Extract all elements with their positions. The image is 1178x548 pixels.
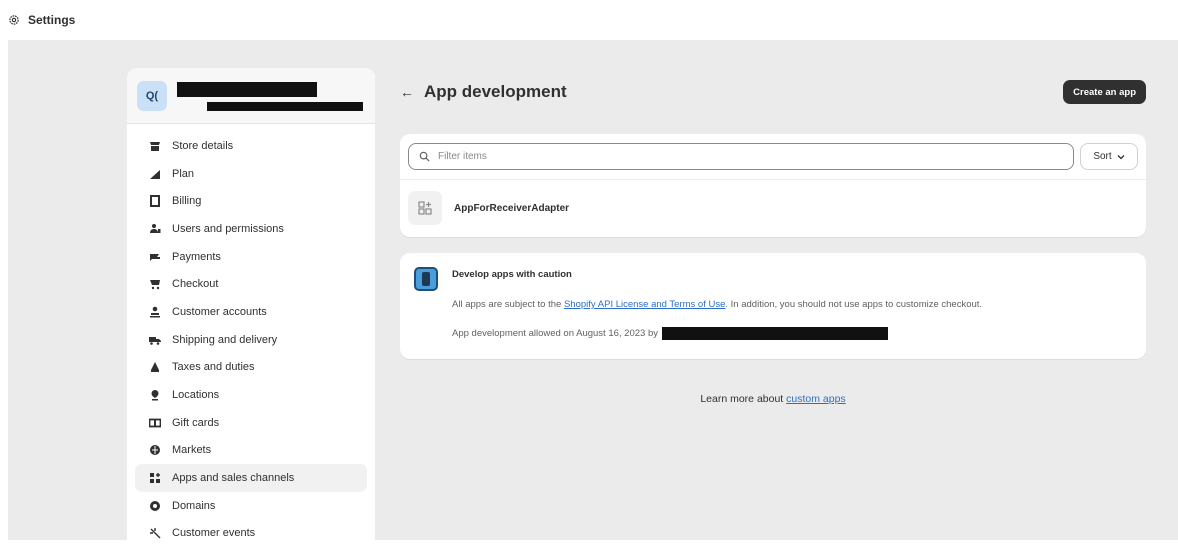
sort-button[interactable]: Sort	[1080, 143, 1138, 170]
app-list-item[interactable]: AppForReceiverAdapter	[400, 180, 1146, 236]
redacted-user	[662, 327, 888, 340]
sidebar-item-checkout[interactable]: Checkout	[135, 270, 367, 298]
filter-search-box[interactable]	[408, 143, 1074, 170]
sidebar-item-locations[interactable]: Locations	[135, 381, 367, 409]
sidebar-item-label: Domains	[172, 499, 216, 512]
store-icon	[149, 140, 161, 152]
sidebar-item-label: Payments	[172, 250, 221, 263]
store-avatar: Q(	[137, 80, 167, 111]
sidebar-item-payments[interactable]: Payments	[135, 243, 367, 271]
app-name: AppForReceiverAdapter	[454, 202, 570, 214]
location-pin-icon	[149, 389, 161, 401]
gift-card-icon	[149, 417, 161, 429]
chevron-down-icon	[1117, 154, 1125, 159]
sidebar-item-shipping[interactable]: Shipping and delivery	[135, 326, 367, 354]
sidebar-item-customer-events[interactable]: Customer events	[135, 520, 367, 548]
sidebar-item-label: Plan	[172, 167, 195, 180]
sidebar-item-label: Customer accounts	[172, 305, 267, 318]
sidebar-item-label: Apps and sales channels	[172, 472, 295, 485]
store-header[interactable]: Q(	[127, 68, 375, 124]
caution-banner: Develop apps with caution All apps are s…	[400, 253, 1146, 359]
sidebar-item-domains[interactable]: Domains	[135, 492, 367, 520]
info-icon	[414, 267, 438, 291]
sidebar-item-label: Billing	[172, 195, 202, 208]
sort-label: Sort	[1093, 151, 1112, 162]
apps-list-card: Sort AppForReceiverAdapter	[400, 134, 1146, 237]
apps-icon	[149, 472, 161, 484]
back-arrow-icon[interactable]: ←	[400, 84, 414, 100]
users-icon	[149, 223, 161, 235]
sidebar-item-label: Shipping and delivery	[172, 333, 278, 346]
sidebar-item-label: Taxes and duties	[172, 361, 255, 374]
api-license-link[interactable]: Shopify API License and Terms of Use	[564, 299, 725, 310]
sidebar-item-label: Locations	[172, 389, 220, 402]
learn-more-text: Learn more about	[700, 393, 787, 405]
sidebar-item-plan[interactable]: Plan	[135, 160, 367, 188]
sidebar-item-apps-and-sales-channels[interactable]: Apps and sales channels	[135, 464, 367, 492]
gear-icon	[9, 15, 19, 25]
learn-more-footer: Learn more about custom apps	[400, 393, 1146, 405]
filter-input[interactable]	[438, 151, 1073, 162]
allowed-text: App development allowed on August 16, 20…	[452, 328, 658, 339]
app-thumbnail	[408, 191, 442, 225]
cart-icon	[149, 278, 161, 290]
banner-body: Develop apps with caution All apps are s…	[452, 265, 982, 347]
sidebar-item-label: Customer events	[172, 527, 256, 540]
title-wrap: ← App development	[400, 82, 567, 102]
domain-globe-icon	[149, 500, 161, 512]
person-icon	[149, 306, 161, 318]
sidebar-item-markets[interactable]: Markets	[135, 437, 367, 465]
sidebar-item-label: Gift cards	[172, 416, 220, 429]
search-icon	[419, 151, 430, 162]
sidebar-item-users[interactable]: Users and permissions	[135, 215, 367, 243]
tax-icon	[149, 361, 161, 373]
truck-icon	[149, 334, 161, 346]
redacted-store-url	[207, 102, 363, 111]
banner-title: Develop apps with caution	[452, 269, 572, 280]
sidebar-item-label: Users and permissions	[172, 222, 284, 235]
globe-icon	[149, 444, 161, 456]
page-title: App development	[424, 82, 567, 101]
banner-text-after: . In addition, you should not use apps t…	[725, 299, 983, 310]
custom-apps-link[interactable]: custom apps	[786, 393, 846, 405]
main-content: ← App development Create an app Sort	[400, 78, 1146, 405]
settings-sidebar: Q( Store details Plan Billing Users and …	[127, 68, 375, 548]
sidebar-item-store-details[interactable]: Store details	[135, 132, 367, 160]
filter-row: Sort	[400, 134, 1146, 180]
sidebar-item-gift-cards[interactable]: Gift cards	[135, 409, 367, 437]
settings-title: Settings	[28, 13, 76, 27]
banner-text: All apps are subject to the Shopify API …	[452, 299, 982, 310]
page-header: ← App development Create an app	[400, 78, 1146, 106]
sidebar-item-label: Store details	[172, 139, 234, 152]
redacted-store-name	[177, 82, 317, 97]
receipt-icon	[149, 195, 161, 208]
sidebar-item-label: Checkout	[172, 278, 219, 291]
create-app-button[interactable]: Create an app	[1063, 80, 1146, 104]
payments-icon	[149, 251, 161, 263]
settings-frame: Q( Store details Plan Billing Users and …	[8, 40, 1178, 548]
app-grid-icon	[418, 201, 432, 215]
sidebar-item-customer-accounts[interactable]: Customer accounts	[135, 298, 367, 326]
events-icon	[149, 527, 161, 539]
sidebar-item-taxes[interactable]: Taxes and duties	[135, 354, 367, 382]
banner-text-before: All apps are subject to the	[452, 299, 564, 310]
settings-nav: Store details Plan Billing Users and per…	[127, 124, 375, 547]
chart-icon	[149, 168, 161, 180]
sidebar-item-label: Markets	[172, 444, 212, 457]
settings-header: Settings	[0, 0, 1178, 40]
allowed-row: App development allowed on August 16, 20…	[452, 327, 982, 340]
sidebar-item-billing[interactable]: Billing	[135, 187, 367, 215]
